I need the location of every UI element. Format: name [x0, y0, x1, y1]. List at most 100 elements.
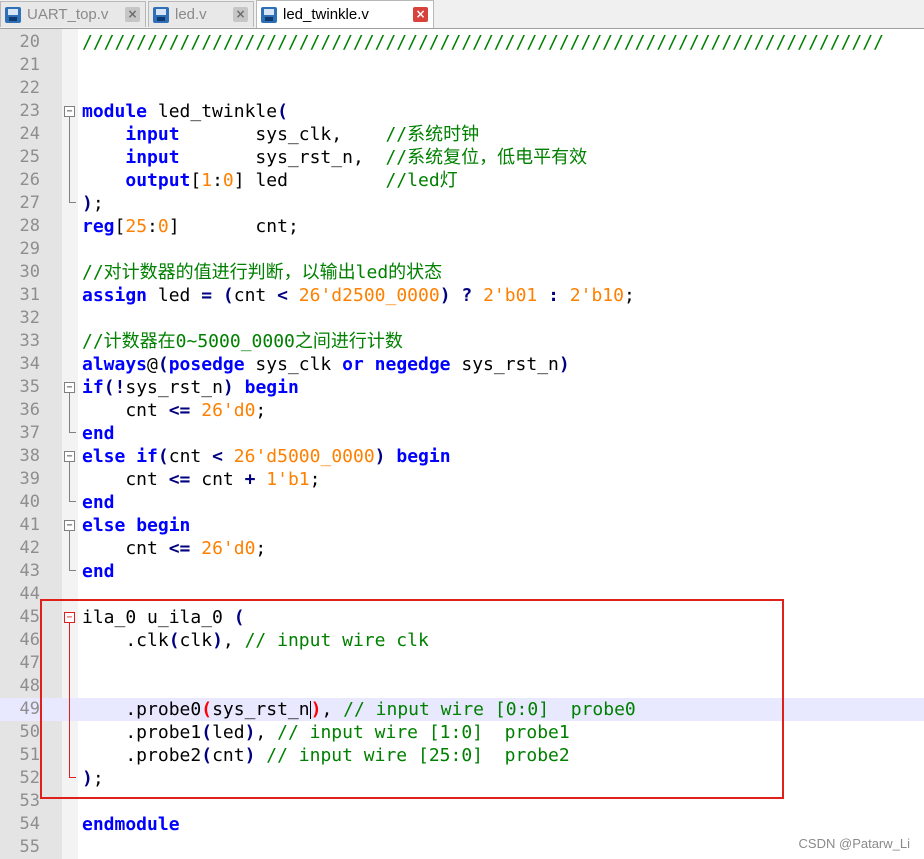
- code-token: :: [147, 216, 158, 237]
- code-line[interactable]: 33 //计数器在0~5000_0000之间进行计数: [0, 330, 924, 353]
- close-icon[interactable]: ×: [233, 7, 248, 22]
- line-number: 36: [19, 400, 40, 420]
- code-line[interactable]: 35 if(!sys_rst_n) begin: [0, 376, 924, 399]
- code-token: 1: [201, 170, 213, 191]
- code-token: negedge: [374, 354, 451, 375]
- fold-end: [69, 570, 76, 571]
- line-number: 23: [19, 101, 40, 121]
- code-token: 1'b1: [266, 469, 310, 490]
- line-number: 51: [19, 745, 40, 765]
- code-token: 2'b01: [483, 285, 538, 306]
- code-line[interactable]: 42 cnt <= 26'd0;: [0, 537, 924, 560]
- code-text: //对计数器的值进行判断，以输出led的状态: [82, 261, 442, 284]
- code-line[interactable]: 36 cnt <= 26'd0;: [0, 399, 924, 422]
- code-line[interactable]: 23 module led_twinkle(: [0, 100, 924, 123]
- tab-led[interactable]: led.v ×: [148, 1, 254, 27]
- code-line[interactable]: 55: [0, 836, 924, 859]
- code-token: ): [222, 377, 234, 398]
- file-save-icon: [153, 6, 169, 23]
- code-text: always@(posedge sys_clk or negedge sys_r…: [82, 353, 570, 376]
- close-icon[interactable]: ×: [125, 7, 140, 22]
- code-token: cnt: [233, 285, 278, 306]
- code-line[interactable]: 39 cnt <= cnt + 1'b1;: [0, 468, 924, 491]
- code-token: ): [439, 285, 451, 306]
- fold-end: [69, 432, 76, 433]
- line-number: 38: [19, 446, 40, 466]
- code-line[interactable]: 22: [0, 77, 924, 100]
- code-line[interactable]: 54 endmodule: [0, 813, 924, 836]
- code-token: <: [277, 285, 288, 306]
- code-token: cnt: [82, 469, 169, 490]
- line-number: 42: [19, 538, 40, 558]
- code-token: ;: [309, 469, 321, 490]
- code-line[interactable]: 29: [0, 238, 924, 261]
- code-token: =: [201, 285, 213, 306]
- code-token: ): [374, 446, 386, 467]
- tab-uart-top[interactable]: UART_top.v ×: [0, 1, 146, 27]
- fold-toggle-icon[interactable]: −: [64, 106, 75, 117]
- code-text: output[1:0] led //led灯: [82, 169, 457, 192]
- tab-label: led.v: [175, 6, 207, 23]
- code-token: 26'd0: [201, 538, 256, 559]
- code-token: sys_rst_n: [450, 354, 559, 375]
- code-line[interactable]: 37 end: [0, 422, 924, 445]
- code-line[interactable]: 40 end: [0, 491, 924, 514]
- code-token: begin: [396, 446, 451, 467]
- code-line[interactable]: 30 //对计数器的值进行判断，以输出led的状态: [0, 261, 924, 284]
- code-token: 0: [157, 216, 169, 237]
- code-token: begin: [244, 377, 299, 398]
- code-token: :: [548, 285, 559, 306]
- code-token: //系统复位，低电平有效: [385, 147, 588, 168]
- code-line[interactable]: 26 output[1:0] led //led灯: [0, 169, 924, 192]
- code-token: <: [212, 446, 223, 467]
- code-line[interactable]: 43 end: [0, 560, 924, 583]
- code-line[interactable]: 27);: [0, 192, 924, 215]
- tab-label: led_twinkle.v: [283, 6, 369, 23]
- fold-toggle-icon[interactable]: −: [64, 451, 75, 462]
- code-line[interactable]: 38 else if(cnt < 26'd5000_0000) begin: [0, 445, 924, 468]
- code-line[interactable]: 32: [0, 307, 924, 330]
- code-line[interactable]: 24 input sys_clk, //系统时钟: [0, 123, 924, 146]
- code-token: end: [82, 561, 115, 582]
- code-token: ;: [623, 285, 635, 306]
- code-line[interactable]: 31 assign led = (cnt < 26'd2500_0000) ? 2…: [0, 284, 924, 307]
- line-number: 39: [19, 469, 40, 489]
- fold-toggle-icon[interactable]: −: [64, 520, 75, 531]
- code-line[interactable]: 21: [0, 54, 924, 77]
- code-line[interactable]: 28 reg[25:0] cnt;: [0, 215, 924, 238]
- line-number: 27: [19, 193, 40, 213]
- fold-toggle-icon[interactable]: −: [64, 382, 75, 393]
- code-line[interactable]: 41 else begin: [0, 514, 924, 537]
- code-text: //计数器在0~5000_0000之间进行计数: [82, 330, 403, 353]
- fold-line: [69, 462, 70, 501]
- code-token: led_twinkle: [147, 101, 278, 122]
- code-token: input: [125, 147, 180, 168]
- tab-bar: UART_top.v × led.v × led_twinkle.v ×: [0, 0, 924, 29]
- close-icon[interactable]: ×: [413, 7, 428, 22]
- fold-end: [69, 501, 76, 502]
- code-token: ): [82, 193, 93, 214]
- tab-led-twinkle[interactable]: led_twinkle.v ×: [256, 0, 434, 28]
- line-number: 25: [19, 147, 40, 167]
- code-token: sys_clk: [244, 354, 343, 375]
- code-token: assign: [82, 285, 148, 306]
- code-text: module led_twinkle(: [82, 100, 288, 123]
- tab-label: UART_top.v: [27, 6, 109, 23]
- code-token: ] led: [233, 170, 386, 191]
- line-number: 29: [19, 239, 40, 259]
- code-token: (: [157, 446, 169, 467]
- line-number: 30: [19, 262, 40, 282]
- code-line[interactable]: 34 always@(posedge sys_clk or negedge sys…: [0, 353, 924, 376]
- code-line[interactable]: 25 input sys_rst_n, //系统复位，低电平有效: [0, 146, 924, 169]
- file-save-icon: [261, 6, 277, 23]
- line-number: 28: [19, 216, 40, 236]
- code-line[interactable]: 20 //////////////////////////////////////…: [0, 31, 924, 54]
